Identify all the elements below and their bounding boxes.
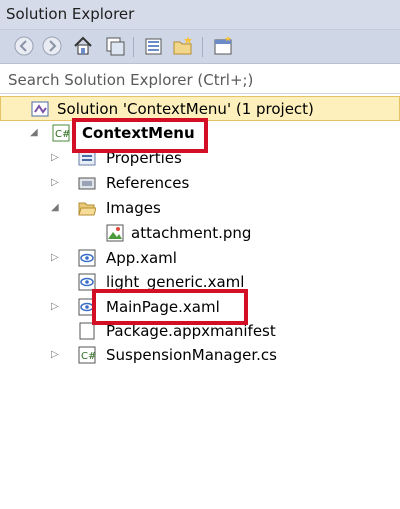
collapse-icon[interactable]: ◢ <box>51 203 61 213</box>
home-button[interactable] <box>72 35 94 57</box>
toolbar-separator <box>202 37 203 57</box>
expand-icon[interactable]: ▷ <box>51 153 61 163</box>
expand-icon[interactable]: ▷ <box>51 302 61 312</box>
highlight-box-project <box>72 118 208 153</box>
tree-item-label: References <box>106 174 190 192</box>
xaml-file-icon <box>78 249 96 267</box>
properties-button[interactable] <box>143 35 165 57</box>
search-box <box>0 64 400 94</box>
expand-icon[interactable]: ▷ <box>51 253 61 263</box>
tree-item-label: App.xaml <box>106 249 177 267</box>
properties-icon <box>145 38 162 55</box>
forward-button[interactable] <box>41 35 63 57</box>
tree-item[interactable]: ▷ C# SuspensionManager.cs <box>0 343 400 367</box>
csharp-file-icon: C# <box>78 346 96 364</box>
tree-item[interactable]: ▷ App.xaml <box>0 246 400 270</box>
switch-views-icon <box>106 37 125 56</box>
tree-item-label: attachment.png <box>131 224 252 242</box>
back-button[interactable] <box>13 35 35 57</box>
collapse-icon[interactable]: ◢ <box>30 128 40 138</box>
toolbar-separator <box>133 37 134 57</box>
tree-item[interactable]: ▷ References <box>0 171 400 195</box>
panel-title-bar: Solution Explorer <box>0 0 400 30</box>
new-folder-button[interactable] <box>172 35 194 57</box>
new-folder-icon <box>173 36 192 55</box>
expand-icon[interactable]: ▷ <box>51 350 61 360</box>
highlight-box-mainpage <box>92 289 248 325</box>
tree-item-label: SuspensionManager.cs <box>106 346 277 364</box>
back-icon <box>14 36 34 56</box>
switch-views-button[interactable] <box>104 35 126 57</box>
svg-text:C#: C# <box>81 351 96 362</box>
panel-title: Solution Explorer <box>6 5 135 23</box>
tree-item[interactable]: ◢ Images <box>0 196 400 220</box>
forward-icon <box>42 36 62 56</box>
show-all-files-button[interactable] <box>212 35 234 57</box>
open-folder-icon <box>78 202 96 216</box>
solution-icon <box>31 101 49 117</box>
references-icon <box>78 177 96 190</box>
svg-text:C#: C# <box>55 129 70 140</box>
tree-item-label: Images <box>106 199 161 217</box>
search-input[interactable] <box>6 68 390 92</box>
home-icon <box>74 36 92 55</box>
image-file-icon <box>106 224 124 242</box>
show-all-files-icon <box>214 36 232 55</box>
csharp-project-icon: C# <box>52 124 70 142</box>
toolbar <box>0 30 400 64</box>
expand-icon[interactable]: ▷ <box>51 178 61 188</box>
tree-item[interactable]: attachment.png <box>0 221 400 245</box>
